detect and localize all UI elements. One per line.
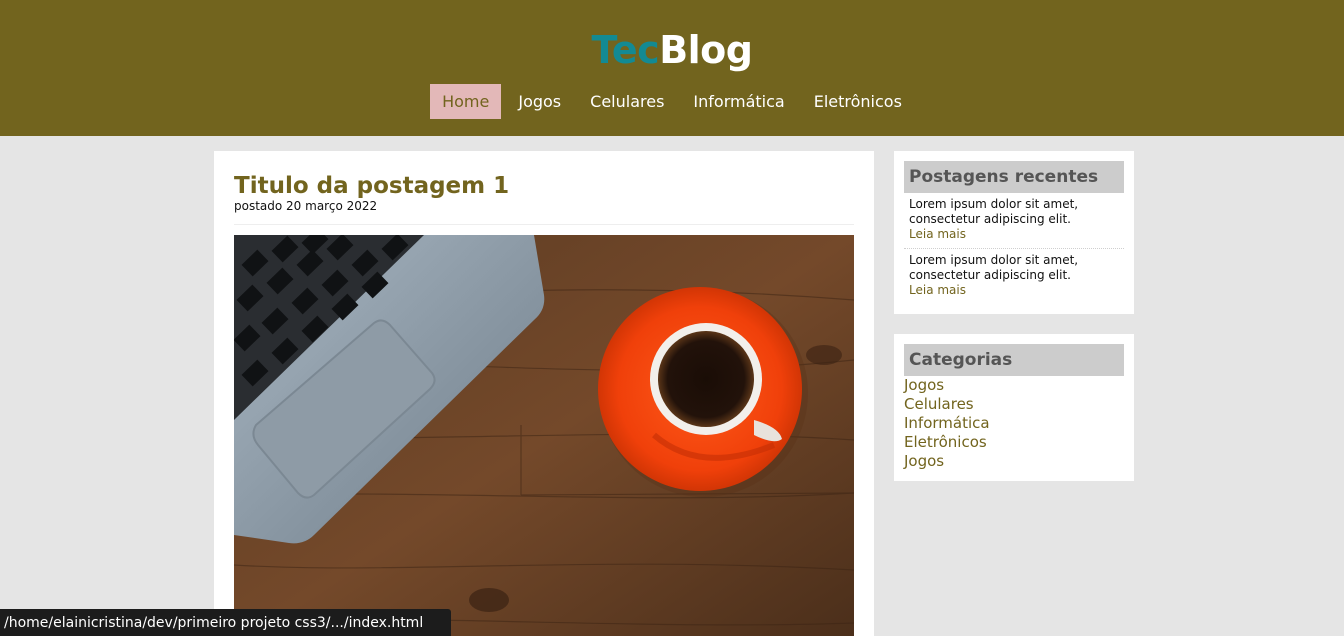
category-item-jogos[interactable]: Jogos (904, 376, 990, 395)
read-more-link[interactable]: Leia mais (909, 227, 1124, 242)
recent-posts-heading: Postagens recentes (904, 161, 1124, 193)
site-logo[interactable]: TecBlog (0, 26, 1344, 74)
logo-tec: Tec (591, 28, 660, 72)
post-divider (234, 224, 854, 225)
nav-eletronicos[interactable]: Eletrônicos (802, 84, 914, 119)
read-more-link[interactable]: Leia mais (909, 283, 1124, 298)
browser-status-bar: /home/elainicristina/dev/primeiro projet… (0, 609, 451, 636)
categories-list: Jogos Celulares Informática Eletrônicos … (904, 376, 990, 471)
recent-post-separator (904, 248, 1124, 249)
recent-post-text: Lorem ipsum dolor sit amet, consectetur … (909, 253, 1079, 282)
nav-jogos[interactable]: Jogos (506, 84, 573, 119)
nav-home[interactable]: Home (430, 84, 502, 119)
categories-heading: Categorias (904, 344, 1124, 376)
post-image (234, 235, 854, 636)
main-nav: Home Jogos Celulares Informática Eletrôn… (0, 84, 1344, 119)
post-card: Titulo da postagem 1 postado 20 março 20… (214, 151, 874, 636)
nav-celulares[interactable]: Celulares (578, 84, 676, 119)
post-date: postado 20 março 2022 (234, 199, 378, 213)
category-item-celulares[interactable]: Celulares (904, 395, 990, 414)
site-header: TecBlog Home Jogos Celulares Informática… (0, 0, 1344, 136)
recent-post-item: Lorem ipsum dolor sit amet, consectetur … (904, 253, 1124, 298)
recent-posts-box: Postagens recentes Lorem ipsum dolor sit… (894, 151, 1134, 314)
category-item-jogos-2[interactable]: Jogos (904, 452, 990, 471)
categories-box: Categorias Jogos Celulares Informática E… (894, 334, 1134, 481)
category-item-eletronicos[interactable]: Eletrônicos (904, 433, 990, 452)
recent-post-item: Lorem ipsum dolor sit amet, consectetur … (904, 197, 1124, 242)
category-item-informatica[interactable]: Informática (904, 414, 990, 433)
recent-post-text: Lorem ipsum dolor sit amet, consectetur … (909, 197, 1079, 226)
laptop-coffee-photo (234, 235, 854, 636)
logo-blog: Blog (659, 28, 753, 72)
post-title[interactable]: Titulo da postagem 1 (234, 171, 509, 201)
nav-informatica[interactable]: Informática (681, 84, 796, 119)
